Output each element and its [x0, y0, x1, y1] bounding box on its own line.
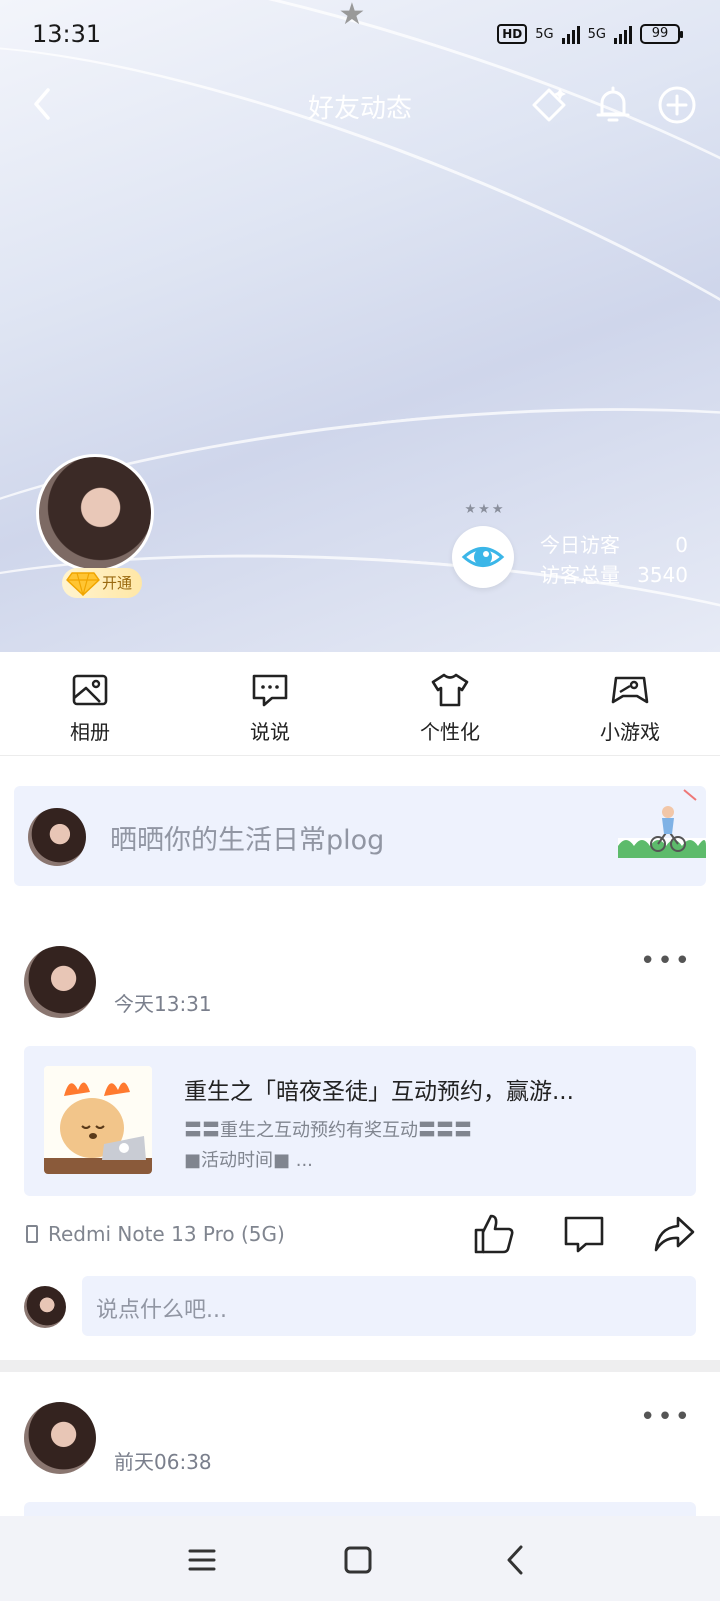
feed-divider: [0, 1360, 720, 1372]
add-circle-icon[interactable]: [654, 82, 700, 128]
visitor-eye-icon[interactable]: [452, 526, 514, 588]
visitors-today-label: 今日访客: [540, 533, 620, 557]
post-composer[interactable]: 晒晒你的生活日常plog: [14, 786, 706, 886]
menu-icon[interactable]: [180, 1538, 224, 1582]
shared-thumbnail: [44, 1066, 152, 1174]
vip-open-button[interactable]: 开通: [62, 568, 143, 598]
visitors-today-value: 0: [675, 533, 688, 557]
vip-label: 开通: [102, 574, 133, 592]
more-options-icon[interactable]: •••: [640, 946, 692, 976]
hd-icon: HD: [497, 24, 528, 44]
bell-icon[interactable]: [590, 82, 636, 128]
network-label: 5G: [535, 26, 554, 42]
feed-time: 今天13:31: [114, 992, 212, 1016]
tshirt-icon: [431, 673, 469, 707]
network-label: 5G: [587, 26, 606, 42]
visitors-total-label: 访客总量: [540, 563, 620, 587]
quick-menu-label: 说说: [250, 720, 290, 744]
stars-decoration-icon: ★★★: [464, 502, 506, 517]
more-options-icon[interactable]: •••: [640, 1402, 692, 1432]
device-name: Redmi Note 13 Pro (5G): [48, 1222, 285, 1246]
comment-avatar: [24, 1286, 66, 1328]
feed-time: 前天06:38: [114, 1450, 212, 1474]
feed-avatar[interactable]: [24, 946, 96, 1018]
status-time: 13:31: [32, 20, 102, 48]
quick-menu: 相册 说说 个性化 小游戏: [0, 652, 720, 756]
diamond-icon: [66, 572, 100, 596]
quick-menu-label: 相册: [70, 720, 110, 744]
battery-icon: 99: [640, 24, 683, 44]
device-info: Redmi Note 13 Pro (5G): [26, 1222, 285, 1246]
shared-description: 〓〓重生之互动预约有奖互动〓〓〓 ■活动时间■ ...: [184, 1116, 544, 1176]
home-icon[interactable]: [336, 1538, 380, 1582]
visitor-stats[interactable]: 今日访客 0 访客总量 3540: [540, 530, 688, 590]
shared-card[interactable]: 重生之「暗夜圣徒」互动预约，赢游... 〓〓重生之互动预约有奖互动〓〓〓 ■活动…: [24, 1046, 696, 1196]
signal-icon: [614, 24, 632, 44]
share-icon[interactable]: [652, 1212, 696, 1256]
cycling-illustration: [618, 789, 706, 858]
quick-menu-album[interactable]: 相册: [0, 652, 180, 755]
signal-icon: [561, 24, 580, 44]
album-icon: [72, 674, 108, 706]
comment-icon[interactable]: [562, 1212, 606, 1256]
sparkle-icon[interactable]: [526, 82, 572, 128]
nav-bar: 好友动态: [0, 76, 720, 136]
visitors-total-value: 3540: [637, 563, 688, 587]
system-nav-bar: [0, 1516, 720, 1601]
shared-desc-line: ■活动时间■ ...: [184, 1150, 313, 1171]
message-icon: [252, 674, 288, 707]
quick-menu-label: 小游戏: [600, 720, 660, 744]
status-icons: HD 5G 5G 99: [497, 22, 683, 46]
quick-menu-shuoshuo[interactable]: 说说: [180, 652, 360, 755]
qq-star-icon: ★: [338, 0, 366, 32]
shared-desc-line: 〓〓重生之互动预约有奖互动〓〓〓: [184, 1120, 472, 1141]
shared-title: 重生之「暗夜圣徒」互动预约，赢游...: [184, 1079, 574, 1105]
status-bar: 13:31 ★ HD 5G 5G 99: [0, 0, 720, 66]
avatar: [28, 808, 86, 866]
quick-menu-label: 个性化: [420, 720, 480, 744]
quick-menu-personalize[interactable]: 个性化: [360, 652, 540, 755]
like-icon[interactable]: [472, 1212, 516, 1256]
comment-input[interactable]: 说点什么吧...: [82, 1276, 696, 1336]
quick-menu-minigame[interactable]: 小游戏: [540, 652, 720, 755]
game-icon: [611, 676, 649, 704]
back-icon[interactable]: [494, 1538, 538, 1582]
phone-icon: [26, 1225, 38, 1243]
feed-avatar[interactable]: [24, 1402, 96, 1474]
post-placeholder: 晒晒你的生活日常plog: [110, 825, 385, 856]
profile-avatar[interactable]: [36, 454, 154, 572]
